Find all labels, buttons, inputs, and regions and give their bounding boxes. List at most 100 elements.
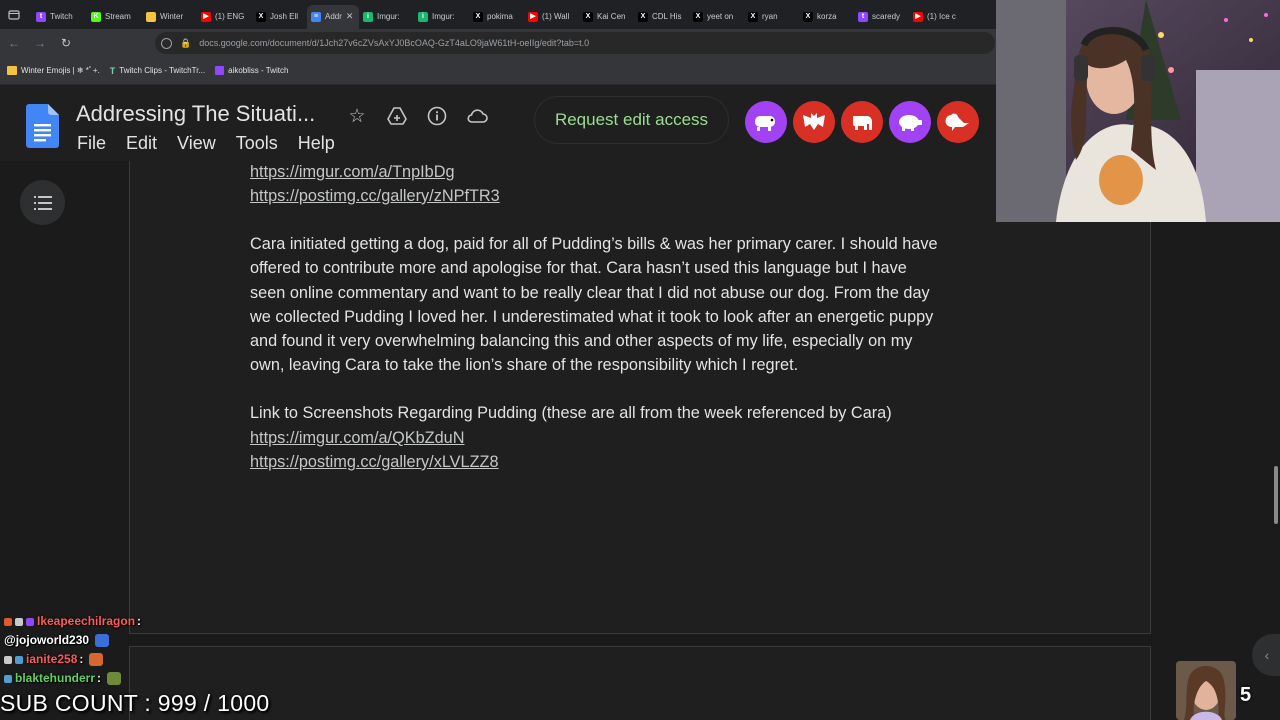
browser-tab[interactable]: ▶ (1) ENG <box>197 5 252 29</box>
bookmark-twitch-clips[interactable]: T Twitch Clips - TwitchTr... <box>110 66 205 76</box>
move-to-drive-icon[interactable] <box>386 105 408 127</box>
tab-label: (1) Ice c <box>927 12 956 21</box>
anonymous-pig-avatar[interactable] <box>889 101 931 143</box>
chat-badge-icon <box>26 617 34 626</box>
stream-chat-overlay: Ikeapeechilragon: @jojoworld230 ianite25… <box>4 612 141 688</box>
star-icon[interactable]: ☆ <box>346 105 368 127</box>
address-bar[interactable]: 🔒 docs.google.com/document/d/1Jch27v6cZV… <box>155 32 995 54</box>
url-text[interactable]: docs.google.com/document/d/1Jch27v6cZVsA… <box>199 38 589 48</box>
document-outline-button[interactable] <box>20 180 65 225</box>
tab-label: Addr <box>325 12 342 21</box>
browser-tab[interactable]: Xyeet on <box>689 5 744 29</box>
menu-view[interactable]: View <box>177 133 216 154</box>
document-info-icon[interactable] <box>426 105 448 127</box>
browser-tab[interactable]: t scaredy <box>854 5 909 29</box>
chat-emote-icon <box>107 672 122 685</box>
chat-emote-icon <box>89 653 104 666</box>
chat-message: Ikeapeechilragon: <box>4 612 141 631</box>
lock-icon: 🔒 <box>180 37 192 48</box>
menu-file[interactable]: File <box>77 133 106 154</box>
tab-favicon-icon: X <box>693 11 703 22</box>
tab-label: ryan <box>762 12 778 21</box>
tab-search-icon[interactable] <box>4 5 24 25</box>
menu-edit[interactable]: Edit <box>126 133 157 154</box>
chat-badge-icon <box>4 655 12 664</box>
paragraph-line: Cara initiated getting a dog, paid for a… <box>250 235 938 253</box>
anonymous-elephant-avatar[interactable] <box>841 101 883 143</box>
tab-label: Imgur: <box>377 12 400 21</box>
cloud-saved-icon[interactable] <box>466 105 488 127</box>
browser-tab[interactable]: X Kai Cen <box>579 5 634 29</box>
chat-badge-icon <box>4 674 12 683</box>
bookmark-aikobliss[interactable]: aikobliss - Twitch <box>215 66 288 75</box>
tab-favicon-icon: K <box>91 11 101 22</box>
postimg-link-1[interactable]: https://postimg.cc/gallery/zNPfTR3 <box>250 184 500 208</box>
forward-icon[interactable]: → <box>28 31 52 55</box>
tab-label: pokima <box>487 12 513 21</box>
tab-label: scaredy <box>872 12 901 21</box>
chat-username: Ikeapeechilragon <box>37 614 136 628</box>
browser-tab[interactable]: X Josh Ell <box>252 5 307 29</box>
browser-tab[interactable]: Xpokima <box>469 5 524 29</box>
chat-message: @jojoworld230 <box>4 631 141 650</box>
browser-tab[interactable]: Xkorza <box>799 5 854 29</box>
bookmark-label: aikobliss - Twitch <box>228 66 289 75</box>
paragraph-line: seen online commentary and want to be re… <box>250 283 930 302</box>
browser-tab[interactable]: ▶ (1) Ice c <box>909 5 964 29</box>
sub-count-overlay: SUB COUNT : 999 / 1000 <box>0 690 270 716</box>
postimg-link-2[interactable]: https://postimg.cc/gallery/xLVLZZ8 <box>250 450 499 474</box>
folder-icon <box>7 66 17 75</box>
statement-paragraph[interactable]: Cara initiated getting a dog, paid for a… <box>250 232 938 378</box>
anonymous-bat-avatar[interactable] <box>793 101 835 143</box>
screenshots-heading[interactable]: Link to Screenshots Regarding Pudding (t… <box>250 401 892 425</box>
chat-badge-icon <box>15 617 23 626</box>
sub-goal-number: 5 <box>1240 684 1252 706</box>
menu-tools[interactable]: Tools <box>236 133 278 154</box>
browser-tab[interactable]: ≡ Addr ✕ <box>307 4 359 29</box>
menu-help[interactable]: Help <box>298 133 335 154</box>
imgur-link-1[interactable]: https://imgur.com/a/TnpIbDg <box>250 160 455 184</box>
chat-message: ianite258: <box>4 650 141 669</box>
browser-tab[interactable]: ▶ (1) Wall <box>524 5 579 29</box>
chat-username: blaktehunderr <box>15 671 96 685</box>
tab-favicon-icon: i <box>363 11 373 22</box>
scrollbar-thumb[interactable] <box>1274 466 1278 524</box>
browser-tab[interactable]: Xryan <box>744 5 799 29</box>
browser-tab[interactable]: i Imgur: <box>414 5 469 29</box>
chat-emote-icon <box>95 634 110 647</box>
chat-username: ianite258 <box>26 652 78 666</box>
browser-tab[interactable]: K Stream <box>87 5 142 29</box>
tab-favicon-icon: t <box>858 11 868 22</box>
tab-label: (1) Wall <box>542 12 570 21</box>
tab-label: korza <box>817 12 837 21</box>
tab-favicon-icon: ▶ <box>528 11 538 22</box>
browser-tab[interactable]: t Twitch <box>32 5 87 29</box>
tab-favicon-icon <box>146 11 156 22</box>
paragraph-line: and found it very overwhelming balancing… <box>250 332 913 351</box>
browser-tab[interactable]: Winter <box>142 5 197 29</box>
bookmark-label: Winter Emojis | ❄ *ﾟ+. <box>21 66 100 75</box>
browser-tab[interactable]: X CDL His <box>634 5 689 29</box>
back-icon[interactable]: ← <box>2 31 26 55</box>
chat-text: : <box>97 671 102 685</box>
browser-tab[interactable]: i Imgur: <box>359 5 414 29</box>
tab-close-icon[interactable]: ✕ <box>346 11 354 22</box>
reload-icon[interactable]: ↻ <box>54 31 78 55</box>
document-title[interactable]: Addressing The Situati... <box>76 101 315 127</box>
request-edit-access-button[interactable]: Request edit access <box>534 96 729 144</box>
tab-label: Kai Cen <box>597 12 626 21</box>
anonymous-capybara-avatar[interactable] <box>745 101 787 143</box>
chat-text: : <box>79 652 84 666</box>
imgur-link-2[interactable]: https://imgur.com/a/QKbZduN <box>250 426 464 450</box>
tab-favicon-icon: X <box>473 11 483 22</box>
twitch-icon <box>215 66 225 75</box>
bookmark-winter-emojis[interactable]: Winter Emojis | ❄ *ﾟ+. <box>7 65 100 76</box>
twitchtracker-icon: T <box>109 65 116 76</box>
anonymous-bird-avatar[interactable] <box>937 101 979 143</box>
browser-toolbar: ← → ↻ 🔒 docs.google.com/document/d/1Jch2… <box>0 29 996 57</box>
chat-message: blaktehunderr: <box>4 669 141 688</box>
tab-favicon-icon: ▶ <box>913 11 923 22</box>
site-info-icon[interactable] <box>161 37 172 49</box>
google-docs-logo-icon[interactable] <box>26 104 59 148</box>
paragraph-line: own, leaving Cara to take the lion’s sha… <box>250 356 799 375</box>
